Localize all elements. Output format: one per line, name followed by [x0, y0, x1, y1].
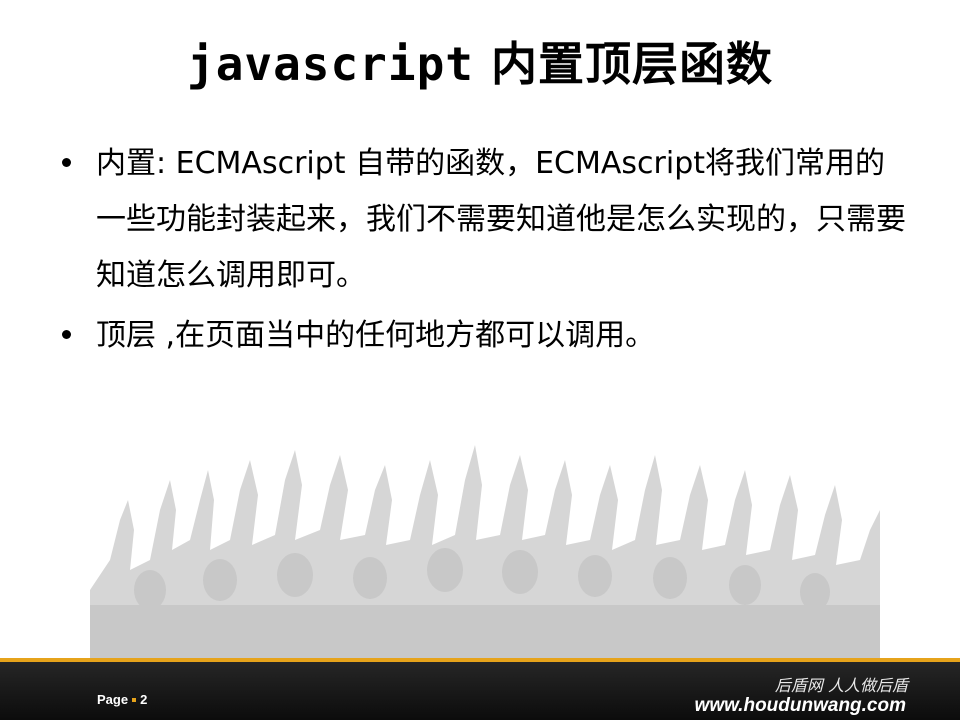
- slide-title-code: javascript: [187, 37, 474, 91]
- slide-title: javascript 内置顶层函数: [0, 28, 960, 94]
- slide: javascript 内置顶层函数 内置: ECMAscript 自带的函数，E…: [0, 0, 960, 720]
- bullet-dot-icon: [62, 330, 71, 339]
- page-label: Page: [97, 692, 129, 707]
- page-indicator: Page 2: [97, 692, 147, 707]
- slide-footer: Page 2 后盾网 人人做后盾 www.houdunwang.com: [0, 658, 960, 720]
- brand-url: www.houdunwang.com: [694, 695, 906, 716]
- square-bullet-icon: [132, 697, 137, 702]
- crowd-silhouette-image: [90, 445, 880, 666]
- bullet-item-toplevel: 顶层 ,在页面当中的任何地方都可以调用。: [58, 308, 908, 364]
- bullet-text: 内置: ECMAscript 自带的函数，ECMAscript将我们常用的一些功…: [96, 146, 906, 293]
- bullet-list: 内置: ECMAscript 自带的函数，ECMAscript将我们常用的一些功…: [58, 136, 908, 368]
- page-number: 2: [140, 692, 148, 707]
- bullet-dot-icon: [62, 158, 71, 167]
- slide-title-text: 内置顶层函数: [490, 37, 773, 91]
- bullet-item-builtin: 内置: ECMAscript 自带的函数，ECMAscript将我们常用的一些功…: [58, 136, 908, 304]
- bullet-text: 顶层 ,在页面当中的任何地方都可以调用。: [96, 318, 656, 353]
- brand-slogan: 后盾网 人人做后盾: [774, 676, 908, 695]
